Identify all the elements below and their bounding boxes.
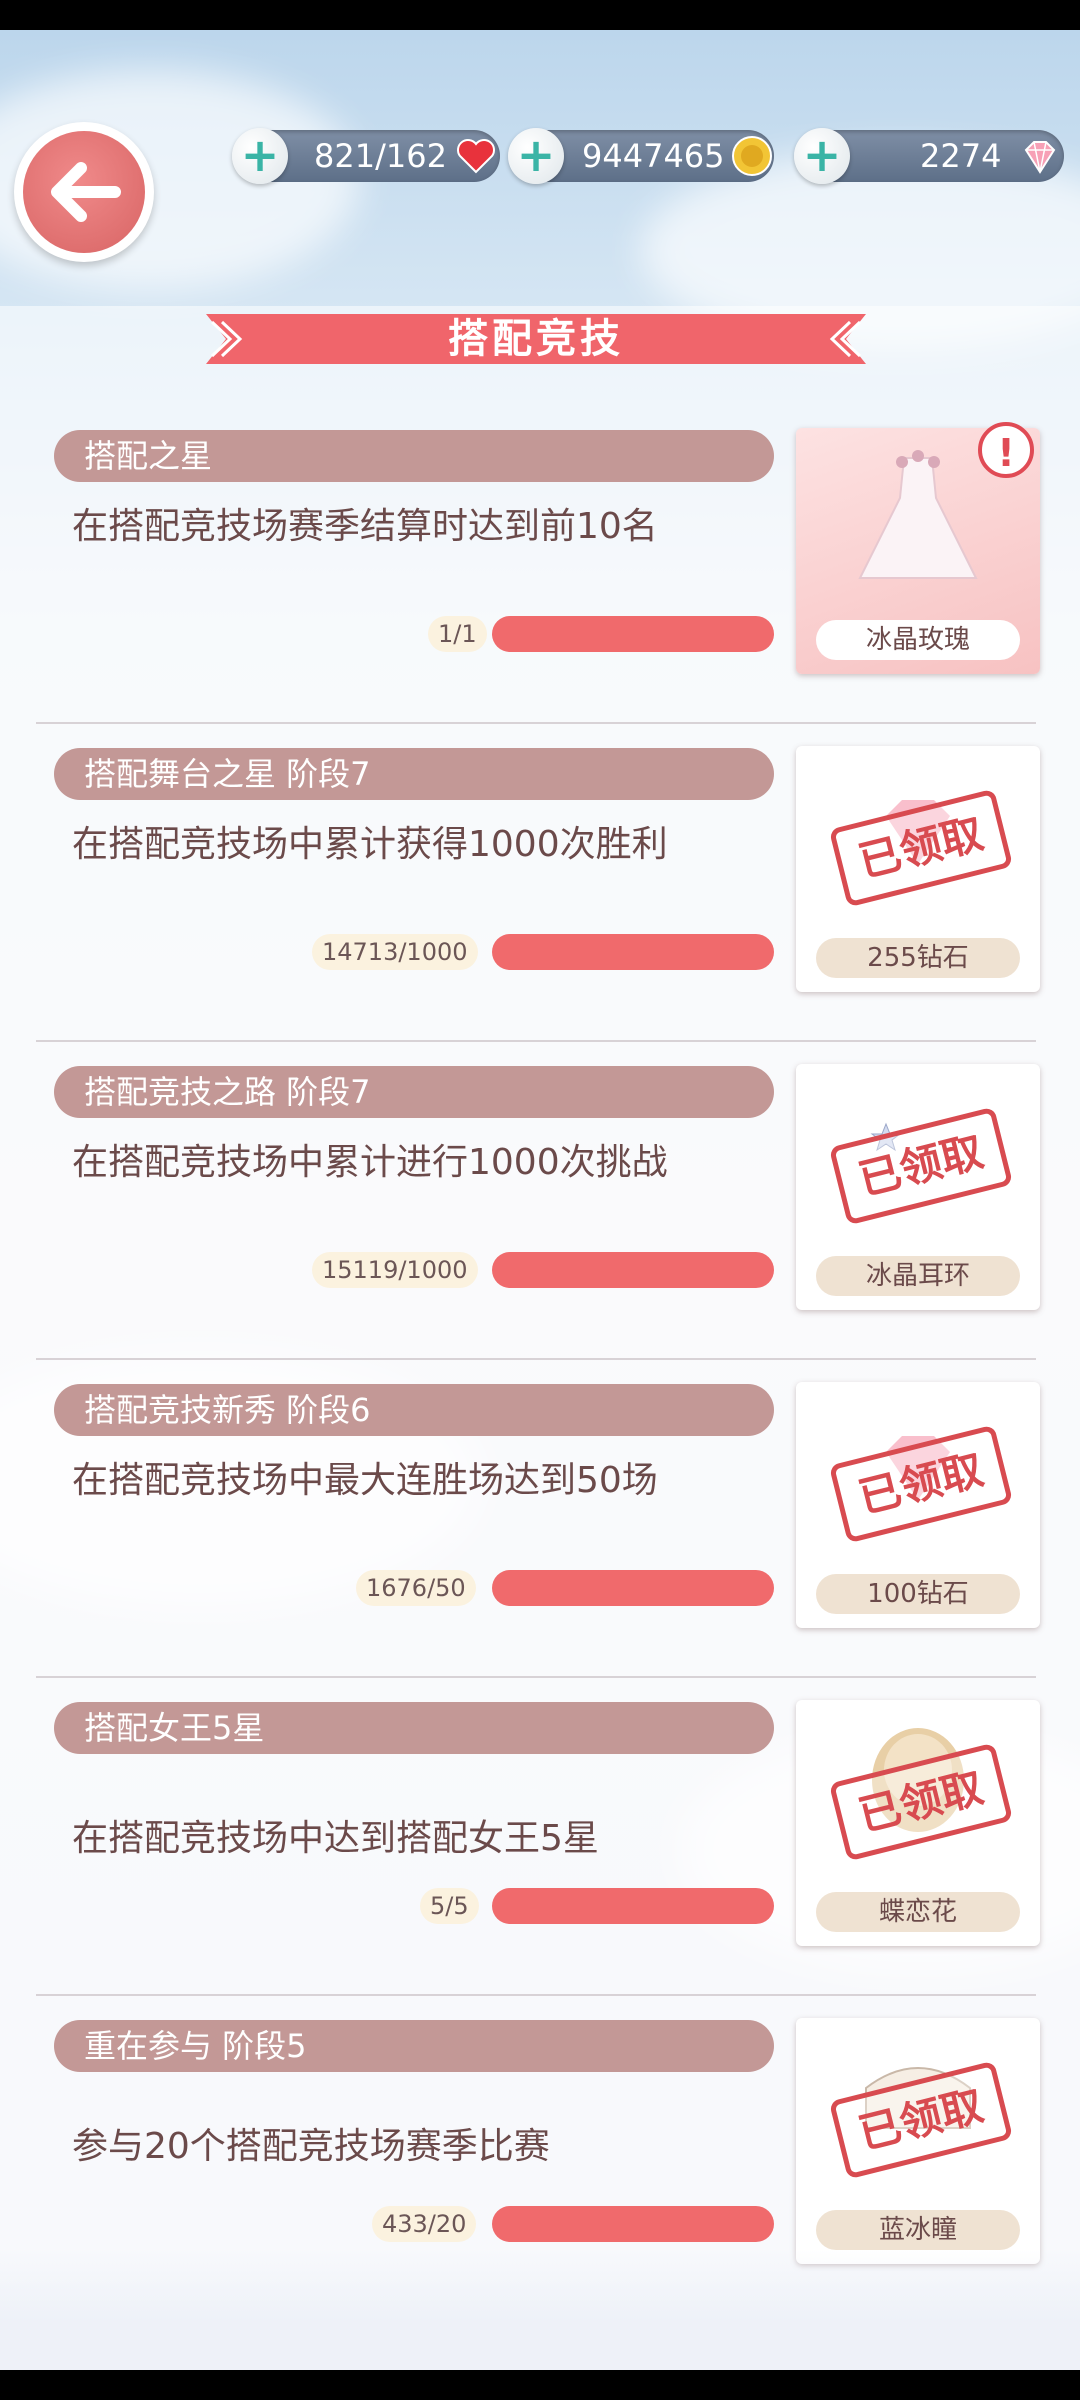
stamina-value: 821/162 [314,137,447,175]
scroll-fade [0,2250,1080,2370]
divider [36,1040,1036,1042]
page-title-wrap: 搭配竞技 [206,308,866,370]
progress-text: 15119/1000 [312,1252,478,1288]
reward-card[interactable]: 已领取 冰晶耳环 [796,1064,1040,1310]
task-category: 搭配竞技新秀 阶段6 [54,1384,774,1436]
progress-bar [492,1888,774,1924]
task-category: 搭配竞技之路 阶段7 [54,1066,774,1118]
task-row: 搭配舞台之星 阶段7 在搭配竞技场中累计获得1000次胜利 14713/1000… [0,746,1080,1066]
progress-text: 14713/1000 [312,934,478,970]
progress-bar [492,1252,774,1288]
task-category: 重在参与 阶段5 [54,2020,774,2072]
heart-icon [457,139,495,174]
progress-text: 433/20 [372,2206,477,2242]
progress-bar [492,934,774,970]
task-category: 搭配女王5星 [54,1702,774,1754]
reward-name: 冰晶耳环 [816,1256,1020,1296]
plus-icon[interactable]: + [508,128,564,184]
exclamation-icon: ! [978,422,1034,478]
reward-name: 冰晶玫瑰 [816,620,1020,660]
screen: + 821/162 + 9447465 + 2274 搭配竞技 搭配之星 在搭配… [0,30,1080,2370]
task-description: 在搭配竞技场中达到搭配女王5星 [72,1818,599,1859]
reward-card[interactable]: 已领取 蝶恋花 [796,1700,1040,1946]
progress-bar [492,1570,774,1606]
reward-card[interactable]: 已领取 255钻石 [796,746,1040,992]
diamond-counter: + 2274 [794,128,1064,184]
task-description: 在搭配竞技场赛季结算时达到前10名 [72,506,658,547]
gold-coin-icon [732,136,772,176]
gold-counter: + 9447465 [508,128,774,184]
gold-value: 9447465 [582,137,725,175]
divider [36,722,1036,724]
task-category: 搭配之星 [54,430,774,482]
reward-name: 蝶恋花 [816,1892,1020,1932]
task-row: 搭配竞技新秀 阶段6 在搭配竞技场中最大连胜场达到50场 1676/50 已领取… [0,1382,1080,1702]
plus-icon[interactable]: + [794,128,850,184]
task-description: 在搭配竞技场中累计获得1000次胜利 [72,824,668,865]
progress-text: 1/1 [428,616,487,652]
reward-card[interactable]: 已领取 100钻石 [796,1382,1040,1628]
task-row: 搭配之星 在搭配竞技场赛季结算时达到前10名 1/1 冰晶玫瑰 [0,428,1080,748]
reward-name: 100钻石 [816,1574,1020,1614]
page-title: 搭配竞技 [448,316,624,362]
task-category: 搭配舞台之星 阶段7 [54,748,774,800]
divider [36,1994,1036,1996]
task-row: 搭配竞技之路 阶段7 在搭配竞技场中累计进行1000次挑战 15119/1000… [0,1064,1080,1384]
task-description: 在搭配竞技场中最大连胜场达到50场 [72,1460,658,1501]
divider [36,1676,1036,1678]
task-row: 搭配女王5星 在搭配竞技场中达到搭配女王5星 5/5 已领取 蝶恋花 [0,1700,1080,2020]
stamina-counter: + 821/162 [232,128,500,184]
plus-icon[interactable]: + [232,128,288,184]
reward-name: 蓝冰瞳 [816,2210,1020,2250]
diamond-value: 2274 [920,137,1002,175]
progress-bar [492,616,774,652]
task-description: 参与20个搭配竞技场赛季比赛 [72,2126,550,2167]
progress-text: 5/5 [420,1888,479,1924]
progress-bar [492,2206,774,2242]
diamond-icon [1024,141,1056,174]
arrow-left-icon [51,162,121,222]
progress-text: 1676/50 [356,1570,476,1606]
task-description: 在搭配竞技场中累计进行1000次挑战 [72,1142,668,1183]
reward-name: 255钻石 [816,938,1020,978]
back-button[interactable] [14,122,154,262]
reward-card[interactable]: 已领取 蓝冰瞳 [796,2018,1040,2264]
divider [36,1358,1036,1360]
